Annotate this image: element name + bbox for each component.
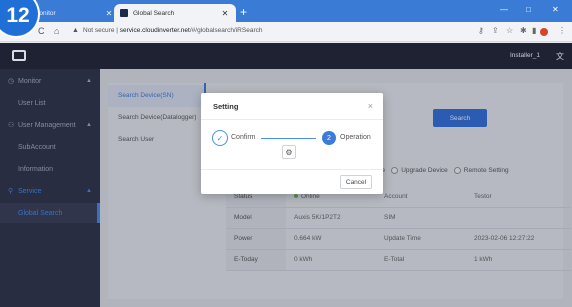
- step-two-number: 2: [322, 131, 336, 145]
- gear-icon[interactable]: ⚙: [282, 145, 296, 159]
- close-window-icon[interactable]: ✕: [552, 5, 559, 14]
- step-confirm-label: Confirm: [231, 134, 256, 141]
- browser-tabstrip: Monitor ✕ Global Search ✕ + — □ ✕: [0, 0, 572, 22]
- logo-icon: [12, 50, 26, 61]
- share-icon[interactable]: ⇪: [492, 26, 499, 35]
- setting-dialog: Setting × ✓ Confirm 2 Operation ⚙ Cancel: [201, 93, 383, 194]
- browser-tab-monitor[interactable]: Monitor ✕: [28, 4, 120, 22]
- tab-close-icon[interactable]: ✕: [220, 9, 230, 18]
- dialog-title: Setting: [213, 102, 239, 111]
- extensions-icon[interactable]: ✱: [520, 26, 527, 35]
- warning-icon[interactable]: ▲: [72, 27, 79, 34]
- menu-icon[interactable]: ⋮: [558, 26, 566, 35]
- translate-icon[interactable]: 文: [556, 51, 564, 62]
- close-icon[interactable]: ×: [368, 101, 373, 111]
- star-icon[interactable]: ☆: [506, 26, 513, 35]
- check-icon: ✓: [212, 130, 228, 146]
- new-tab-button[interactable]: +: [240, 6, 247, 18]
- tab-title: Global Search: [133, 9, 175, 17]
- url-host: service.cloudinverter.net: [119, 27, 190, 34]
- divider: [201, 169, 383, 170]
- tab-title: Monitor: [34, 9, 56, 17]
- user-menu[interactable]: Installer_1: [510, 52, 540, 59]
- url-path: /#/globalsearch/iRSearch: [189, 27, 263, 34]
- key-icon[interactable]: ⚷: [478, 26, 484, 35]
- divider: [201, 119, 383, 120]
- sidepanel-icon[interactable]: ▮: [532, 26, 536, 35]
- minimize-icon[interactable]: —: [500, 5, 508, 14]
- url-field[interactable]: Not secure | service.cloudinverter.net/#…: [83, 27, 262, 34]
- favicon-icon: [120, 9, 128, 17]
- address-bar: C ⌂ ▲ Not secure | service.cloudinverter…: [0, 22, 572, 42]
- app-header: Installer_1 文: [0, 43, 572, 69]
- refresh-icon[interactable]: C: [38, 26, 45, 36]
- profile-avatar[interactable]: [540, 28, 548, 36]
- step-operation-label: Operation: [340, 134, 371, 141]
- browser-tab-global-search[interactable]: Global Search ✕: [114, 4, 236, 22]
- cancel-button[interactable]: Cancel: [340, 175, 372, 189]
- step-connector: [261, 138, 316, 139]
- home-icon[interactable]: ⌂: [54, 26, 59, 36]
- security-label: Not secure: [83, 27, 115, 34]
- tab-close-icon[interactable]: ✕: [104, 9, 114, 18]
- maximize-icon[interactable]: □: [526, 5, 531, 14]
